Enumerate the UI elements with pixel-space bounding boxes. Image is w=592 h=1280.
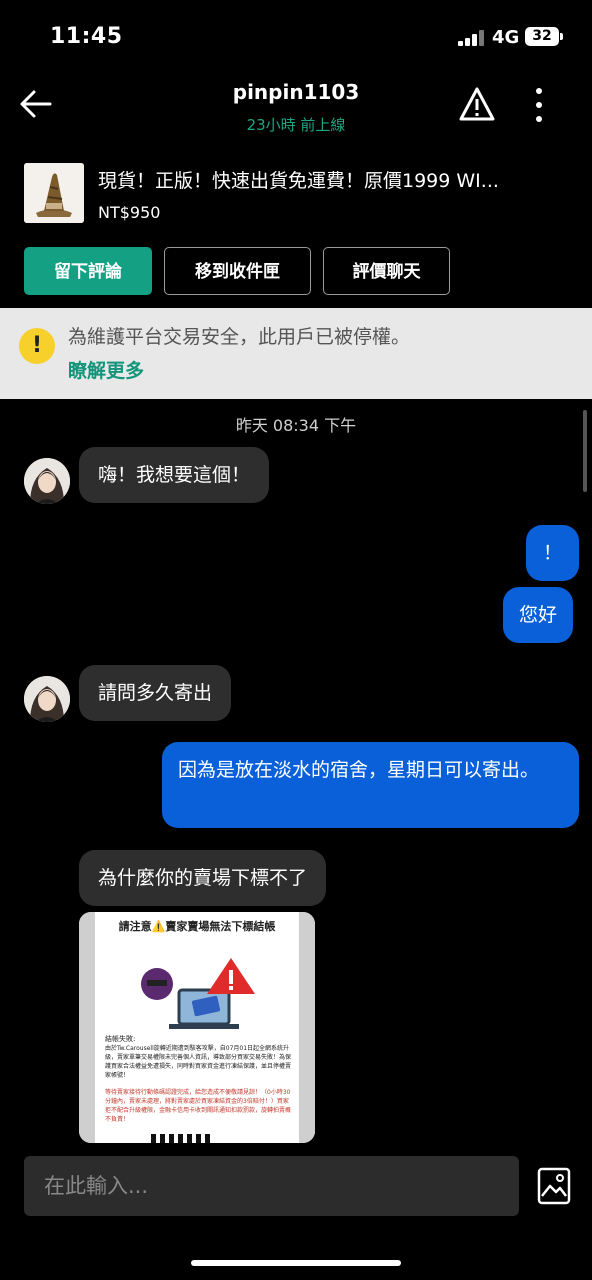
signal-icon	[458, 30, 486, 46]
move-to-inbox-button[interactable]: 移到收件匣	[164, 247, 311, 295]
image-body-text: 由於Tw.Carousell旋轉近期遭到駭客攻擊，自07月01日起全網系統升級，…	[105, 1045, 292, 1079]
product-title[interactable]: 現貨！正版！快速出貨免運費！原價1999 WI...	[98, 166, 568, 193]
image-heading: 請注意⚠️賣家賣場無法下標結帳	[118, 920, 276, 933]
suspension-message: 為維護平台交易安全，此用戶已被停權。	[68, 326, 411, 348]
avatar[interactable]	[24, 458, 70, 504]
learn-more-link[interactable]: 瞭解更多	[68, 356, 144, 383]
last-online-status: 23小時 前上線	[246, 116, 346, 134]
message-input[interactable]	[24, 1156, 519, 1216]
message-bubble-outgoing[interactable]: 因為是放在淡水的宿舍，星期日可以寄出。	[162, 742, 579, 828]
rate-chat-button[interactable]: 評價聊天	[323, 247, 450, 295]
message-bubble-outgoing[interactable]: 您好	[503, 587, 574, 643]
network-type: 4G	[492, 27, 520, 48]
image-icon[interactable]	[536, 1166, 572, 1206]
image-message[interactable]: 請注意⚠️賣家賣場無法下標結帳 結帳失敗: 由於Tw.Carousell旋轉近期…	[79, 912, 315, 1143]
product-thumbnail[interactable]	[24, 163, 84, 223]
leave-review-button[interactable]: 留下評論	[24, 247, 152, 295]
scrollbar[interactable]	[583, 410, 587, 492]
warning-icon[interactable]	[458, 86, 496, 122]
message-bubble-incoming[interactable]: 嗨！我想要這個！	[79, 447, 270, 503]
image-body-text-2: 等待賣家接待行動條碼認證完成，給您造成不便敬請見諒！（0小時30分鐘內，賣家未處…	[105, 1089, 292, 1123]
message-bubble-incoming[interactable]: 請問多久寄出	[79, 665, 232, 721]
qr-code	[151, 1134, 211, 1143]
warning-illustration	[141, 958, 255, 1029]
more-vertical-icon[interactable]	[530, 88, 550, 122]
battery-tip	[560, 33, 563, 40]
status-time: 11:45	[50, 24, 123, 49]
image-subheading: 結帳失敗:	[105, 1035, 136, 1043]
exclamation-icon: !	[19, 328, 55, 364]
chat-date-separator: 昨天 08:34 下午	[235, 416, 357, 435]
message-bubble-incoming[interactable]: 為什麼你的賣場下標不了	[79, 850, 327, 906]
chat-username[interactable]: pinpin1103	[0, 80, 592, 104]
avatar[interactable]	[24, 676, 70, 722]
message-bubble-outgoing[interactable]: ！	[526, 525, 579, 581]
product-price: NT$950	[98, 203, 161, 222]
battery-icon: 32	[525, 27, 559, 46]
home-indicator	[191, 1260, 401, 1266]
